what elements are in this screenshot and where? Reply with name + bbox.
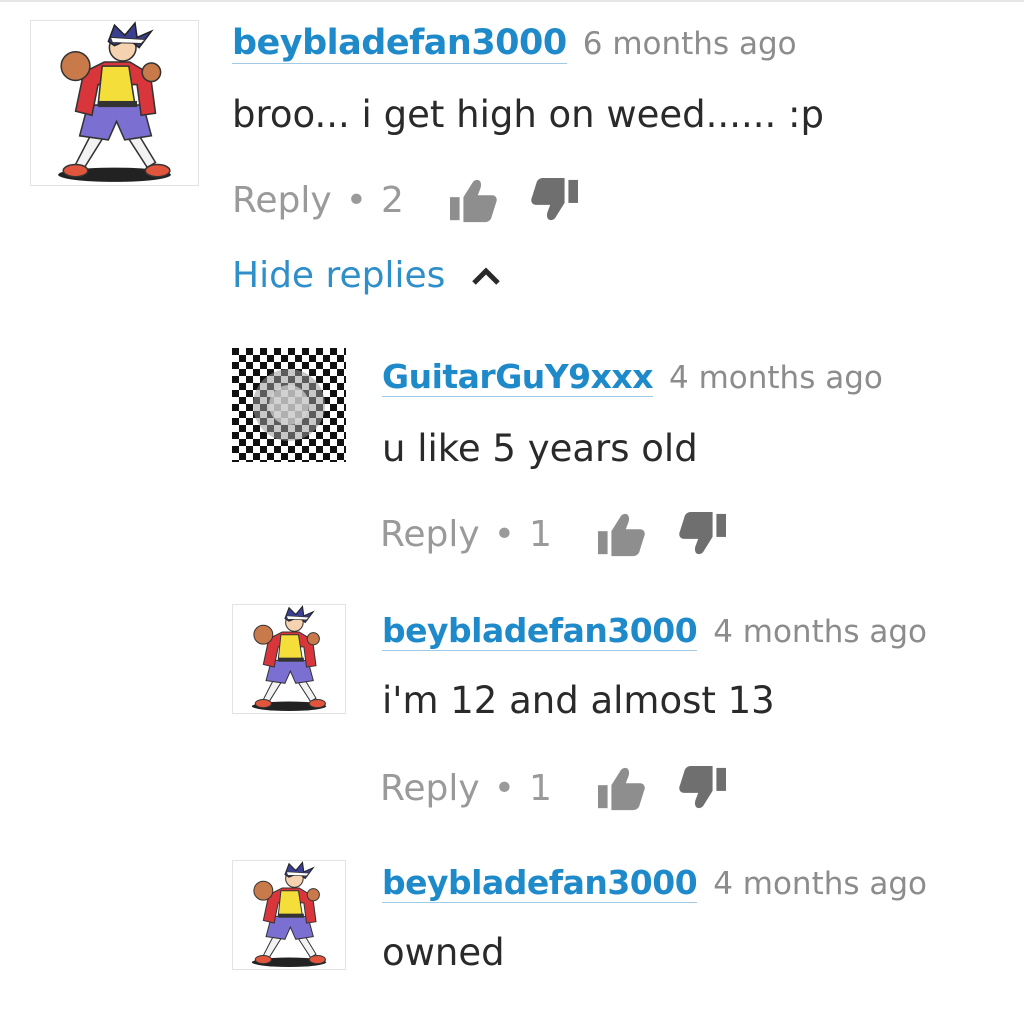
thumbs-up-icon[interactable]: [596, 766, 646, 812]
comment-header: GuitarGuY9xxx 4 months ago: [382, 357, 883, 397]
separator: •: [493, 768, 515, 809]
chevron-up-icon: [472, 267, 501, 285]
anime-character-avatar-icon: [251, 605, 327, 712]
like-count: 1: [528, 768, 552, 809]
thumbs-up-icon[interactable]: [448, 178, 498, 224]
timestamp[interactable]: 4 months ago: [713, 866, 927, 902]
reply-button[interactable]: Reply: [380, 517, 480, 553]
comment-actions: Reply • 1: [380, 512, 728, 558]
author-name[interactable]: GuitarGuY9xxx: [382, 357, 654, 397]
like-count: 2: [380, 180, 404, 221]
hide-replies-toggle[interactable]: Hide replies: [232, 258, 501, 294]
avatar[interactable]: [232, 860, 346, 970]
timestamp[interactable]: 6 months ago: [583, 26, 797, 62]
anime-character-avatar-icon: [251, 861, 327, 968]
hide-replies-label: Hide replies: [232, 255, 446, 296]
author-name[interactable]: beybladefan3000: [232, 23, 567, 64]
comment-text: u like 5 years old: [382, 427, 698, 470]
comment-text: broo... i get high on weed...... :p: [232, 93, 824, 136]
thumbs-up-icon[interactable]: [596, 512, 646, 558]
author-name[interactable]: beybladefan3000: [382, 863, 698, 903]
timestamp[interactable]: 4 months ago: [713, 614, 927, 650]
separator: •: [493, 514, 515, 555]
comment-actions: Reply • 2: [232, 178, 580, 224]
comment-header: beybladefan3000 4 months ago: [382, 863, 927, 903]
comment-header: beybladefan3000 6 months ago: [232, 23, 797, 64]
thumbs-down-icon[interactable]: [678, 512, 728, 558]
comment-text: i'm 12 and almost 13: [382, 679, 775, 722]
avatar[interactable]: [30, 20, 199, 186]
checkered-pattern-avatar-icon: [232, 348, 346, 462]
top-divider: [0, 0, 1024, 2]
like-count: 1: [528, 514, 552, 555]
comment-header: beybladefan3000 4 months ago: [382, 611, 927, 651]
avatar[interactable]: [232, 604, 346, 714]
reply-button[interactable]: Reply: [380, 771, 480, 807]
comment-text: owned: [382, 931, 505, 974]
separator: •: [345, 180, 367, 221]
reply-button[interactable]: Reply: [232, 183, 332, 219]
comment-actions: Reply • 1: [380, 766, 728, 812]
avatar[interactable]: [232, 348, 346, 462]
thumbs-down-icon[interactable]: [678, 766, 728, 812]
author-name[interactable]: beybladefan3000: [382, 611, 698, 651]
anime-character-avatar-icon: [57, 22, 172, 183]
thumbs-down-icon[interactable]: [530, 178, 580, 224]
timestamp[interactable]: 4 months ago: [669, 360, 883, 396]
